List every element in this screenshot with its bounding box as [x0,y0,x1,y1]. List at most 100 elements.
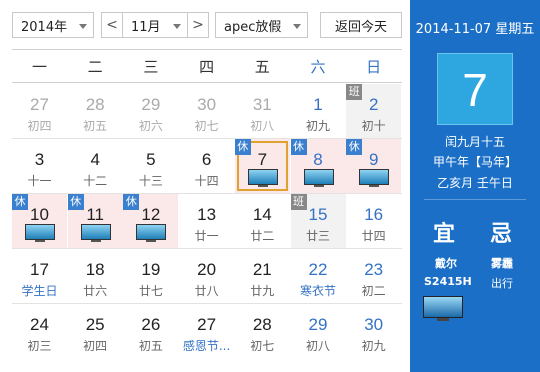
lunar-label: 感恩节... [182,339,231,353]
day-number: 5 [146,150,156,169]
yi-item-model[interactable]: S2415H [424,275,472,288]
date-detail-panel: 2014-11-07 星期五 7 闰九月十五 甲午年【马年】 乙亥月 壬午日 宜… [410,0,540,372]
lunar-label: 初十 [361,119,386,133]
day-number: 3 [34,150,45,169]
day-cell[interactable]: 5 十三 [123,139,178,193]
day-cell[interactable]: 29 初八 [291,304,346,358]
day-number: 16 [364,205,384,224]
lunar-label: 初九 [361,339,386,353]
day-cell[interactable]: 28 初五 [68,84,123,138]
day-cell[interactable]: 3 十一 [12,139,67,193]
lunar-label: 初七 [194,119,219,133]
day-cell[interactable]: 4 十二 [68,139,123,193]
day-number: 9 [368,150,379,169]
day-cell[interactable]: 30 初七 [179,84,234,138]
lunar-label: 廿八 [194,284,219,298]
ganzhi-month-day: 乙亥月 壬午日 [437,176,513,190]
weekday-label: 四 [199,58,215,76]
day-cell[interactable]: 18 廿六 [68,249,123,303]
year-select[interactable]: 2014年 [12,12,94,38]
lunar-label: 初三 [27,339,52,353]
day-cell[interactable]: 28 初七 [235,304,290,358]
lunar-label: 初八 [250,119,275,133]
lunar-label: 初七 [250,339,275,353]
day-cell[interactable]: 1 初九 [291,84,346,138]
lunar-label: 廿六 [83,284,108,298]
weekday-label: 二 [87,58,103,76]
monitor-icon[interactable] [423,296,463,322]
day-number: 19 [141,260,161,279]
day-cell[interactable]: 班 2 初十 [346,84,402,138]
day-cell[interactable]: 16 廿四 [346,194,401,248]
weekday-label: 三 [143,58,159,76]
day-cell[interactable]: 20 廿八 [179,249,234,303]
day-number: 30 [364,315,384,334]
day-cell[interactable]: 26 初五 [123,304,178,358]
day-cell[interactable]: 13 廿一 [179,194,234,248]
day-cell[interactable]: 休 10 [12,194,67,248]
lunar-label: 十一 [27,174,52,188]
next-month-button[interactable]: > [187,12,209,38]
lunar-label: 初六 [138,119,163,133]
lunar-label: 廿二 [250,229,275,243]
day-number: 8 [313,150,323,169]
day-number: 11 [86,205,105,224]
day-cell[interactable]: 21 廿九 [235,249,290,303]
holiday-select[interactable]: apec放假 [215,12,308,38]
ji-label: 忌 [490,222,513,247]
chevron-down-icon [173,24,181,29]
weekday-label: 一 [31,58,47,76]
day-cell[interactable]: 30 初九 [346,304,401,358]
monitor-icon [136,224,167,242]
month-select[interactable]: 11月 [122,12,188,38]
calendar-panel: 2014年 < 11月 > apec放假 返回今天 一二三四五六日 27 初四 28… [4,2,410,370]
day-number: 7 [257,150,268,169]
day-number: 15 [308,205,328,224]
day-number: 27 [30,95,49,114]
ganzhi-year: 甲午年【马年】 [432,155,517,169]
day-cell[interactable]: 24 初三 [12,304,67,358]
day-number: 6 [201,150,212,169]
day-cell[interactable]: 休 12 [123,194,179,248]
today-button[interactable]: 返回今天 [320,12,402,38]
calendar-app: 2014年 < 11月 > apec放假 返回今天 一二三四五六日 27 初四 28… [0,0,540,372]
day-number: 10 [30,205,49,224]
day-cell[interactable]: 31 初八 [235,84,290,138]
lunar-date: 闰九月十五 [444,135,505,149]
day-cell-today[interactable]: 休7 [234,139,290,193]
prev-month-button[interactable]: < [101,12,123,38]
lunar-label: 初五 [138,339,163,353]
lunar-label: 廿九 [250,284,275,298]
year-select-label: 2014年 [21,19,68,35]
day-number: 18 [85,260,105,279]
day-cell[interactable]: 19 廿七 [123,249,178,303]
day-cell[interactable]: 14 廿二 [235,194,290,248]
day-cell[interactable]: 27 初四 [12,84,67,138]
day-cell[interactable]: 29 初六 [123,84,178,138]
day-cell[interactable]: 休9 [346,139,402,193]
big-day-number: 7 [437,53,513,125]
yi-item-brand[interactable]: 戴尔 [424,255,468,271]
day-number: 23 [364,260,384,279]
day-cell[interactable]: 17 学生日 [12,249,67,303]
day-cell[interactable]: 休8 [290,139,346,193]
weekday-label: 五 [254,58,270,76]
day-cell[interactable]: 6 十四 [179,139,234,193]
day-cell[interactable]: 27 感恩节... [179,304,234,358]
monitor-icon [303,169,334,187]
day-number: 12 [141,205,161,224]
monitor-icon [25,224,55,242]
monitor-icon [247,169,278,187]
weekday-label: 日 [366,58,382,76]
lunar-label: 廿一 [194,229,219,243]
day-cell[interactable]: 23 初二 [346,249,401,303]
chevron-down-icon [79,24,87,29]
lunar-label: 初二 [361,284,386,298]
day-cell[interactable]: 休 11 [67,194,123,248]
day-cell[interactable]: 22 寒衣节 [291,249,346,303]
weekday-label: 六 [310,58,326,76]
lunar-label: 十三 [138,174,163,188]
day-number: 21 [252,260,272,279]
day-cell[interactable]: 班 15 廿三 [290,194,346,248]
day-cell[interactable]: 25 初四 [68,304,123,358]
